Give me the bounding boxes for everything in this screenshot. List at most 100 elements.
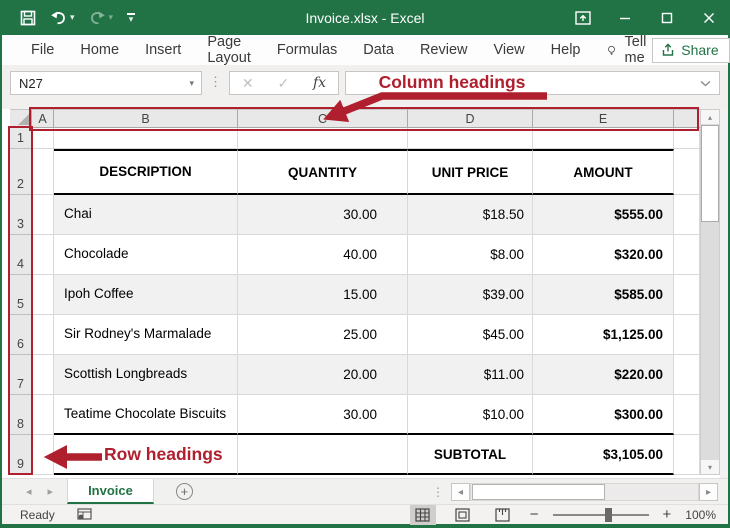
zoom-level[interactable]: 100%	[685, 508, 716, 522]
row-header-2[interactable]: 2	[10, 149, 32, 195]
zoom-out-button[interactable]: −	[530, 506, 539, 523]
zoom-in-button[interactable]: +	[663, 506, 672, 523]
cell-d5[interactable]: $39.00	[408, 275, 533, 315]
horizontal-scroll-thumb[interactable]	[472, 484, 605, 500]
tab-view[interactable]: View	[480, 35, 537, 65]
cell-e8[interactable]: $300.00	[533, 395, 674, 435]
cell-e4[interactable]: $320.00	[533, 235, 674, 275]
tab-splitter-dots[interactable]: ⋮	[432, 485, 444, 499]
cancel-icon[interactable]: ✕	[242, 75, 254, 92]
cell-b3[interactable]: Chai	[54, 195, 238, 235]
cell-a6[interactable]	[32, 315, 54, 355]
cell-d6[interactable]: $45.00	[408, 315, 533, 355]
cell-c4[interactable]: 40.00	[238, 235, 408, 275]
horizontal-scrollbar[interactable]	[470, 483, 699, 501]
cell-f2[interactable]	[674, 149, 700, 195]
page-break-preview-button[interactable]	[490, 505, 516, 525]
zoom-slider[interactable]	[553, 514, 649, 516]
cell-c3[interactable]: 30.00	[238, 195, 408, 235]
row-header-1[interactable]: 1	[10, 128, 32, 149]
tab-home[interactable]: Home	[67, 35, 132, 65]
row-header-8[interactable]: 8	[10, 395, 32, 435]
vertical-scrollbar[interactable]: ▴ ▾	[700, 109, 720, 475]
cell-b1[interactable]	[54, 128, 238, 149]
cell-a1[interactable]	[32, 128, 54, 149]
page-layout-view-button[interactable]	[450, 505, 476, 525]
cell-c6[interactable]: 25.00	[238, 315, 408, 355]
cell-description-header[interactable]: DESCRIPTION	[54, 149, 238, 195]
prev-sheet-icon[interactable]: ◂	[26, 485, 32, 498]
insert-function-icon[interactable]: fx	[313, 75, 326, 91]
tab-review[interactable]: Review	[407, 35, 481, 65]
cell-f8[interactable]	[674, 395, 700, 435]
scroll-left-button[interactable]: ◂	[451, 483, 470, 501]
cell-d7[interactable]: $11.00	[408, 355, 533, 395]
cell-f5[interactable]	[674, 275, 700, 315]
cell-a5[interactable]	[32, 275, 54, 315]
zoom-slider-thumb[interactable]	[605, 508, 612, 522]
cell-d8[interactable]: $10.00	[408, 395, 533, 435]
column-header-c[interactable]: C	[238, 109, 408, 128]
tell-me-box[interactable]: Tell me	[607, 34, 652, 66]
cell-e7[interactable]: $220.00	[533, 355, 674, 395]
cell-c1[interactable]	[238, 128, 408, 149]
cell-a3[interactable]	[32, 195, 54, 235]
column-header-b[interactable]: B	[54, 109, 238, 128]
cell-a7[interactable]	[32, 355, 54, 395]
cell-c9[interactable]	[238, 435, 408, 475]
cell-a8[interactable]	[32, 395, 54, 435]
vertical-scroll-track[interactable]	[701, 223, 719, 460]
cell-b5[interactable]: Ipoh Coffee	[54, 275, 238, 315]
row-header-5[interactable]: 5	[10, 275, 32, 315]
column-header-partial[interactable]	[674, 109, 700, 128]
cell-f1[interactable]	[674, 128, 700, 149]
name-box-dropdown-icon[interactable]: ▾	[189, 78, 201, 89]
row-header-9[interactable]: 9	[10, 435, 32, 475]
cell-f7[interactable]	[674, 355, 700, 395]
share-button[interactable]: Share	[652, 38, 729, 63]
cell-c5[interactable]: 15.00	[238, 275, 408, 315]
cell-e5[interactable]: $585.00	[533, 275, 674, 315]
tab-help[interactable]: Help	[538, 35, 594, 65]
cell-f9[interactable]	[674, 435, 700, 475]
row-header-3[interactable]: 3	[10, 195, 32, 235]
normal-view-button[interactable]	[410, 505, 436, 525]
cell-d1[interactable]	[408, 128, 533, 149]
column-header-d[interactable]: D	[408, 109, 533, 128]
cell-d4[interactable]: $8.00	[408, 235, 533, 275]
column-header-e[interactable]: E	[533, 109, 674, 128]
cell-d3[interactable]: $18.50	[408, 195, 533, 235]
cell-b8[interactable]: Teatime Chocolate Biscuits	[54, 395, 238, 435]
vertical-scroll-thumb[interactable]	[701, 125, 719, 222]
row-header-6[interactable]: 6	[10, 315, 32, 355]
cell-b7[interactable]: Scottish Longbreads	[54, 355, 238, 395]
formula-bar-expand-icon[interactable]	[700, 80, 711, 87]
macro-record-icon[interactable]	[77, 508, 93, 521]
cell-f6[interactable]	[674, 315, 700, 355]
cell-e1[interactable]	[533, 128, 674, 149]
cell-c7[interactable]: 20.00	[238, 355, 408, 395]
cell-b4[interactable]: Chocolade	[54, 235, 238, 275]
cell-f3[interactable]	[674, 195, 700, 235]
row-header-7[interactable]: 7	[10, 355, 32, 395]
cell-e3[interactable]: $555.00	[533, 195, 674, 235]
next-sheet-icon[interactable]: ▸	[48, 485, 54, 498]
cell-a2[interactable]	[32, 149, 54, 195]
cell-e6[interactable]: $1,125.00	[533, 315, 674, 355]
scroll-down-button[interactable]: ▾	[701, 460, 719, 474]
scroll-right-button[interactable]: ▸	[699, 483, 718, 501]
tab-file[interactable]: File	[18, 35, 67, 65]
sheet-tab-invoice[interactable]: Invoice	[67, 479, 154, 504]
cell-subtotal-value[interactable]: $3,105.00	[533, 435, 674, 475]
column-header-a[interactable]: A	[32, 109, 54, 128]
cell-unit-price-header[interactable]: UNIT PRICE	[408, 149, 533, 195]
select-all-corner[interactable]	[10, 109, 32, 128]
cell-f4[interactable]	[674, 235, 700, 275]
tab-insert[interactable]: Insert	[132, 35, 194, 65]
enter-icon[interactable]: ✓	[277, 75, 289, 92]
cell-c8[interactable]: 30.00	[238, 395, 408, 435]
tab-formulas[interactable]: Formulas	[264, 35, 350, 65]
formula-bar-input[interactable]	[345, 71, 720, 95]
cell-subtotal-label[interactable]: SUBTOTAL	[408, 435, 533, 475]
tab-data[interactable]: Data	[350, 35, 407, 65]
